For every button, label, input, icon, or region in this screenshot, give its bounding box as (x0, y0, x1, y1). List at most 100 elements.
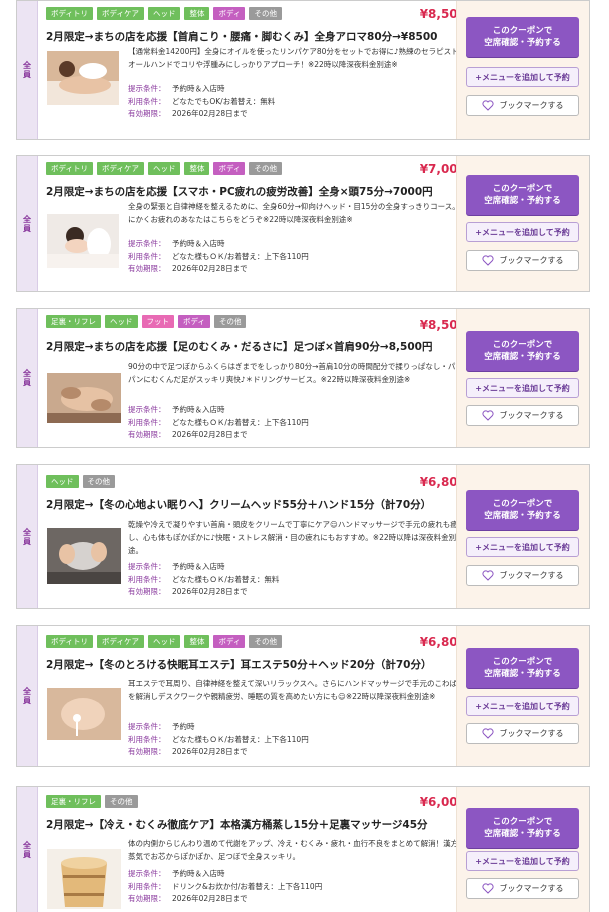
coupon-description: 耳エステで耳周り、自律神経を整えて深いリラックスへ。さらにハンドマッサージで手元… (128, 679, 465, 701)
coupon-conditions: 提示条件： 予約時＆入店時 利用条件： どなたでもOK/お着替え：無料 有効期限： 2… (128, 84, 276, 118)
bookmark-button[interactable]: ブックマークする (466, 565, 579, 586)
category-tag: 整体 (184, 7, 210, 20)
target-badge: 全員 (17, 787, 38, 912)
category-tags: 足裏・リフレ その他 (46, 795, 138, 808)
coupon-actions: このクーポンで 空席確認・予約する +メニューを追加して予約 ブックマークする (456, 309, 589, 447)
category-tags: ボディトリ ボディケア ヘッド 整体 ボディ その他 (46, 7, 282, 20)
category-tag: 足裏・リフレ (46, 315, 101, 328)
coupon-body: ボディトリ ボディケア ヘッド 整体 ボディ その他 ¥7,000 2月限定→ま… (38, 156, 474, 291)
category-tag: その他 (249, 635, 282, 648)
category-tag: ヘッド (147, 7, 181, 20)
coupon-description: 乾燥や冷えで凝りやすい首肩・頭皮をクリームで丁寧にケア☺ハンドマッサージで手元の… (128, 520, 458, 555)
category-tag: ボディ (213, 162, 246, 175)
coupon-body: ボディトリ ボディケア ヘッド 整体 ボディ その他 ¥6,800 2月限定→【… (38, 626, 474, 766)
add-menu-button[interactable]: +メニューを追加して予約 (466, 851, 579, 871)
bookmark-button[interactable]: ブックマークする (466, 405, 579, 426)
coupon-card: 全員 ボディトリ ボディケア ヘッド 整体 ボディ その他 ¥6,800 2月限… (16, 625, 590, 767)
coupon-title[interactable]: 2月限定→【冷え・むくみ徹底ケア】本格漢方桶蒸し15分＋足裏マッサージ45分 (46, 817, 428, 832)
category-tag: その他 (105, 795, 138, 808)
add-menu-button[interactable]: +メニューを追加して予約 (466, 537, 579, 557)
reserve-coupon-button[interactable]: このクーポンで 空席確認・予約する (466, 175, 579, 215)
reserve-coupon-button[interactable]: このクーポンで 空席確認・予約する (466, 648, 579, 688)
bookmark-button[interactable]: ブックマークする (466, 878, 579, 899)
coupon-card: 全員 足裏・リフレ ヘッド フット ボディ その他 ¥8,500 2月限定→まち… (16, 308, 590, 448)
category-tags: ヘッド その他 (46, 475, 115, 488)
coupon-conditions: 提示条件： 予約時＆入店時 利用条件： どなた様もＯＫ/お着替え：上下各110円 有… (128, 239, 309, 273)
category-tag: 整体 (184, 162, 210, 175)
category-tag: フット (141, 315, 174, 328)
coupon-card: 全員 ボディトリ ボディケア ヘッド 整体 ボディ その他 ¥7,000 2月限… (16, 155, 590, 292)
coupon-conditions: 提示条件： 予約時 利用条件： どなた様もＯＫ/お着替え：上下各110円 有効期限：… (128, 722, 309, 756)
add-menu-button[interactable]: +メニューを追加して予約 (466, 378, 579, 398)
coupon-card: 全員 ボディトリ ボディケア ヘッド 整体 ボディ その他 ¥8,500 2月限… (16, 0, 590, 140)
coupon-actions: このクーポンで 空席確認・予約する +メニューを追加して予約 ブックマークする (456, 465, 589, 608)
heart-icon (481, 100, 494, 111)
massage-photo (47, 214, 119, 268)
coupon-actions: このクーポンで 空席確認・予約する +メニューを追加して予約 ブックマークする (456, 626, 589, 766)
category-tag: ボディ (213, 7, 246, 20)
category-tag: ボディケア (96, 162, 144, 175)
coupon-actions: このクーポンで 空席確認・予約する +メニューを追加して予約 ブックマークする (456, 787, 589, 912)
coupon-title[interactable]: 2月限定→【冬のとろける快眠耳エステ】耳エステ50分＋ヘッド20分（計70分） (46, 657, 431, 672)
category-tag: ボディケア (96, 635, 144, 648)
category-tag: ヘッド (105, 315, 138, 328)
reserve-coupon-button[interactable]: このクーポンで 空席確認・予約する (466, 17, 579, 57)
coupon-body: ボディトリ ボディケア ヘッド 整体 ボディ その他 ¥8,500 2月限定→ま… (38, 1, 474, 139)
barrel-photo (47, 849, 121, 909)
category-tag: ヘッド (46, 475, 79, 488)
heart-icon (481, 570, 494, 581)
coupon-title[interactable]: 2月限定→【冬の心地よい眠りへ】クリームヘッド55分＋ハンド15分（計70分） (46, 497, 431, 512)
coupon-body: 足裏・リフレ その他 ¥6,000 2月限定→【冷え・むくみ徹底ケア】本格漢方桶… (38, 787, 474, 912)
target-badge: 全員 (17, 626, 38, 766)
coupon-list: 全員 ボディトリ ボディケア ヘッド 整体 ボディ その他 ¥8,500 2月限… (0, 0, 609, 912)
bookmark-button[interactable]: ブックマークする (466, 250, 579, 271)
category-tag: ヘッド (147, 162, 181, 175)
coupon-card: 全員 足裏・リフレ その他 ¥6,000 2月限定→【冷え・むくみ徹底ケア】本格… (16, 786, 590, 912)
category-tag: ボディトリ (46, 7, 93, 20)
coupon-title[interactable]: 2月限定→まちの店を応援【足のむくみ・だるさに】足つぼ×首肩90分→8,500円 (46, 339, 432, 354)
add-menu-button[interactable]: +メニューを追加して予約 (466, 67, 579, 87)
target-badge: 全員 (17, 156, 38, 291)
reserve-coupon-button[interactable]: このクーポンで 空席確認・予約する (466, 808, 579, 848)
coupon-card: 全員 ヘッド その他 ¥6,800 2月限定→【冬の心地よい眠りへ】クリームヘッ… (16, 464, 590, 609)
coupon-conditions: 提示条件： 予約時＆入店時 利用条件： ドリンク&お炊か付/お着替え：上下各110円… (128, 869, 323, 903)
category-tag: ボディ (178, 315, 210, 328)
category-tag: ボディ (213, 635, 246, 648)
target-badge: 全員 (17, 309, 38, 447)
category-tag: 足裏・リフレ (46, 795, 101, 808)
bookmark-button[interactable]: ブックマークする (466, 95, 579, 116)
coupon-description: 【通常料金14200円】全身にオイルを使ったリンパケア80分をセットでお得に♪熟… (128, 47, 467, 69)
coupon-body: ヘッド その他 ¥6,800 2月限定→【冬の心地よい眠りへ】クリームヘッド55… (38, 465, 474, 608)
reserve-coupon-button[interactable]: このクーポンで 空席確認・予約する (466, 490, 579, 530)
category-tags: ボディトリ ボディケア ヘッド 整体 ボディ その他 (46, 635, 282, 648)
ear-photo (47, 688, 121, 740)
coupon-title[interactable]: 2月限定→まちの店を応援【首肩こり・腰痛・脚むくみ】全身アロマ80分→¥8500 (46, 29, 437, 44)
heart-icon (481, 728, 494, 739)
heart-icon (481, 255, 494, 266)
coupon-title[interactable]: 2月限定→まちの店を応援【スマホ・PC疲れの疲労改善】全身×頭75分→7000円 (46, 184, 433, 199)
reserve-coupon-button[interactable]: このクーポンで 空席確認・予約する (466, 331, 579, 371)
coupon-conditions: 提示条件： 予約時＆入店時 利用条件： どなた様もＯＫ/お着替え：無料 有効期限： 2… (128, 562, 280, 596)
target-badge: 全員 (17, 465, 38, 608)
category-tags: 足裏・リフレ ヘッド フット ボディ その他 (46, 315, 247, 328)
category-tag: ボディトリ (46, 162, 93, 175)
coupon-description: 体の内側からじんわり温めて代謝をアップ、冷え・むくみ・疲れ・血行不良をまとめて解… (128, 839, 466, 861)
head-photo (47, 528, 121, 584)
coupon-conditions: 提示条件： 予約時＆入店時 利用条件： どなた様もＯＫ/お着替え：上下各110円 有… (128, 405, 309, 439)
heart-icon (481, 410, 494, 421)
category-tag: 整体 (184, 635, 210, 648)
category-tag: ヘッド (147, 635, 181, 648)
coupon-actions: このクーポンで 空席確認・予約する +メニューを追加して予約 ブックマークする (456, 1, 589, 139)
add-menu-button[interactable]: +メニューを追加して予約 (466, 696, 579, 716)
coupon-body: 足裏・リフレ ヘッド フット ボディ その他 ¥8,500 2月限定→まちの店を… (38, 309, 474, 447)
bookmark-button[interactable]: ブックマークする (466, 723, 579, 744)
category-tags: ボディトリ ボディケア ヘッド 整体 ボディ その他 (46, 162, 282, 175)
foot-photo (47, 373, 121, 423)
category-tag: ボディトリ (46, 635, 93, 648)
coupon-actions: このクーポンで 空席確認・予約する +メニューを追加して予約 ブックマークする (456, 156, 589, 291)
target-badge: 全員 (17, 1, 38, 139)
add-menu-button[interactable]: +メニューを追加して予約 (466, 222, 579, 242)
category-tag: ボディケア (96, 7, 144, 20)
category-tag: その他 (249, 7, 282, 20)
category-tag: その他 (213, 315, 247, 328)
